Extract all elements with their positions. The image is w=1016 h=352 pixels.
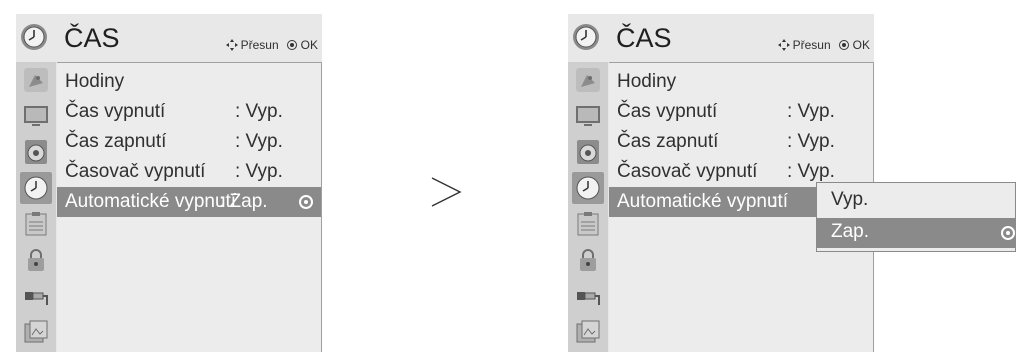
usb-photo-icon[interactable] bbox=[20, 316, 52, 348]
menu-item-auto-off[interactable]: Automatické vypnutí : Zap. bbox=[57, 187, 321, 217]
menu-item-value: : Vyp. bbox=[787, 131, 835, 152]
menu-item-value: : Vyp. bbox=[235, 131, 283, 152]
option-off[interactable]: Vyp. bbox=[817, 186, 1016, 216]
time-settings-list: Hodiny Čas vypnutí : Vyp. Čas zapnutí : … bbox=[57, 62, 322, 352]
menu-item-off-time[interactable]: Čas vypnutí : Vyp. bbox=[609, 97, 873, 127]
menu-item-value: : Vyp. bbox=[235, 161, 283, 182]
menu-item-value: : Vyp. bbox=[235, 101, 283, 122]
menu-item-value: : bbox=[771, 191, 777, 212]
menu-item-sleep-timer[interactable]: Časovač vypnutí : Vyp. bbox=[57, 157, 321, 187]
ok-select-icon bbox=[299, 195, 313, 209]
menu-item-value: : Zap. bbox=[219, 191, 268, 212]
input-plug-icon[interactable] bbox=[572, 280, 604, 312]
menu-title: ČAS bbox=[616, 23, 672, 53]
menu-item-on-time[interactable]: Čas zapnutí : Vyp. bbox=[57, 127, 321, 157]
menu-item-label: Čas zapnutí bbox=[65, 131, 167, 152]
speaker-icon[interactable] bbox=[572, 136, 604, 168]
menu-item-value: : Vyp. bbox=[787, 101, 835, 122]
option-icon[interactable] bbox=[20, 208, 52, 240]
lock-icon[interactable] bbox=[572, 244, 604, 276]
satellite-icon[interactable] bbox=[20, 64, 52, 96]
usb-photo-icon[interactable] bbox=[572, 316, 604, 348]
navigation-hint: Přesun OK bbox=[225, 38, 318, 52]
ok-button-icon bbox=[286, 40, 297, 50]
lock-icon[interactable] bbox=[20, 244, 52, 276]
tv-picture-icon[interactable] bbox=[572, 100, 604, 132]
menu-item-label: Časovač vypnutí bbox=[65, 161, 206, 182]
input-plug-icon[interactable] bbox=[20, 280, 52, 312]
ok-select-icon bbox=[1001, 226, 1015, 240]
tv-picture-icon[interactable] bbox=[20, 100, 52, 132]
navigation-hint: Přesun OK bbox=[777, 38, 870, 52]
hint-ok-label: OK bbox=[852, 38, 870, 52]
auto-off-option-popup: Vyp. Zap. bbox=[816, 182, 1016, 252]
option-icon[interactable] bbox=[572, 208, 604, 240]
clock-icon bbox=[21, 24, 47, 50]
menu-item-label: Čas vypnutí bbox=[617, 101, 718, 122]
ok-button-icon bbox=[838, 40, 849, 50]
menu-title: ČAS bbox=[64, 23, 120, 53]
speaker-icon[interactable] bbox=[20, 136, 52, 168]
move-arrows-icon bbox=[225, 39, 238, 51]
menu-item-on-time[interactable]: Čas zapnutí : Vyp. bbox=[609, 127, 873, 157]
menu-item-label: Automatické vypnutí bbox=[617, 191, 789, 212]
menu-panel-left: ČAS Přesun OK Hodiny Čas vypnutí: Vyp. … bbox=[16, 14, 322, 352]
category-sidebar bbox=[568, 62, 608, 352]
next-step-arrow-icon bbox=[431, 177, 462, 207]
move-arrows-icon bbox=[777, 39, 790, 51]
menu-item-label: Čas zapnutí bbox=[617, 131, 719, 152]
option-label: Vyp. bbox=[831, 189, 869, 210]
menu-item-label: Automatické vypnutí bbox=[65, 191, 237, 212]
menu-item-label: Hodiny bbox=[65, 71, 125, 92]
menu-item-clock[interactable]: Hodiny bbox=[609, 67, 873, 97]
hint-move-label: Přesun bbox=[792, 38, 831, 52]
clock-icon[interactable] bbox=[572, 172, 604, 204]
menu-item-label: Hodiny bbox=[617, 71, 677, 92]
option-on[interactable]: Zap. bbox=[817, 218, 1016, 248]
menu-item-off-time[interactable]: Čas vypnutí : Vyp. bbox=[57, 97, 321, 127]
menu-header: ČAS Přesun OK bbox=[16, 14, 322, 62]
clock-icon[interactable] bbox=[20, 172, 52, 204]
menu-item-value: : Vyp. bbox=[787, 161, 835, 182]
menu-item-label: Časovač vypnutí bbox=[617, 161, 758, 182]
clock-icon bbox=[573, 24, 599, 50]
menu-item-label: Čas vypnutí bbox=[65, 101, 166, 122]
category-sidebar bbox=[16, 62, 56, 352]
menu-header: ČAS Přesun OK bbox=[568, 14, 874, 62]
hint-ok-label: OK bbox=[300, 38, 318, 52]
hint-move-label: Přesun bbox=[240, 38, 279, 52]
menu-item-clock[interactable]: Hodiny bbox=[57, 67, 321, 97]
option-label: Zap. bbox=[831, 221, 870, 242]
satellite-icon[interactable] bbox=[572, 64, 604, 96]
